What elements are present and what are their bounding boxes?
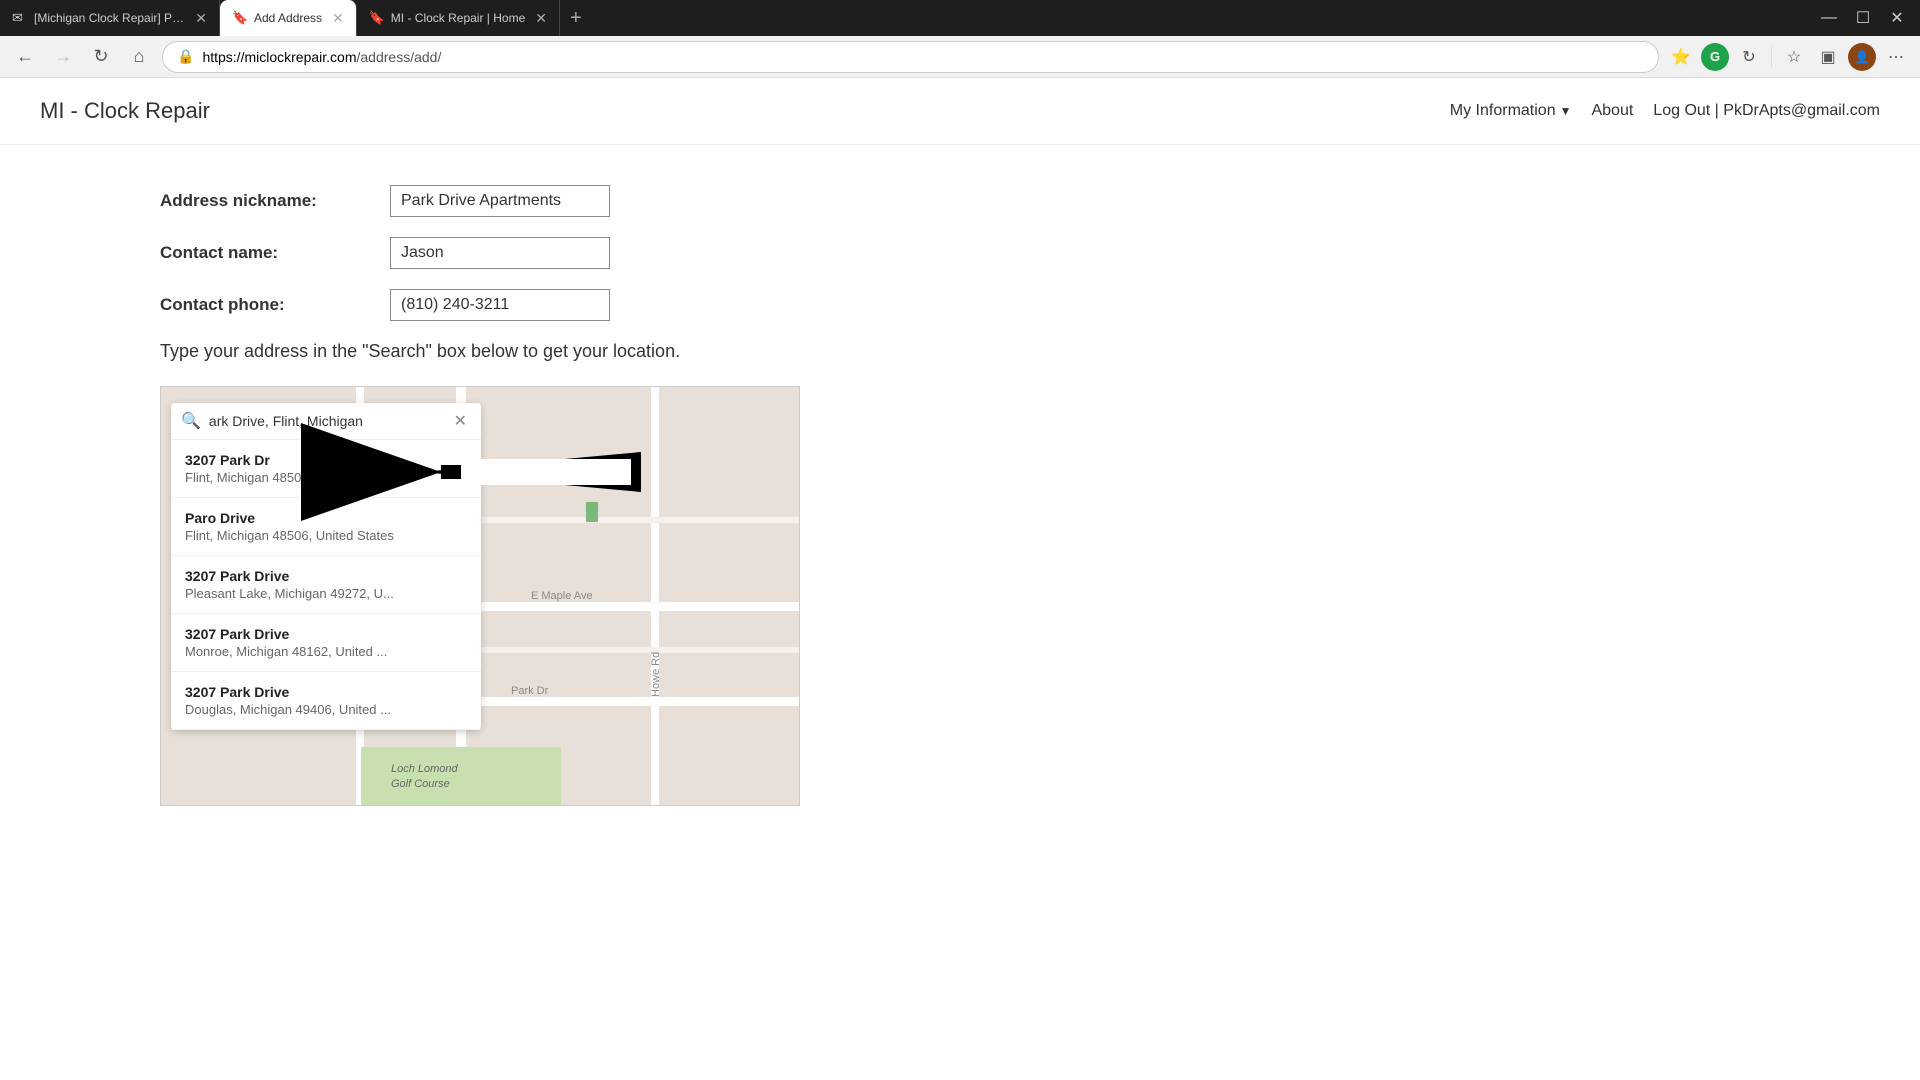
- map-search-input[interactable]: [209, 413, 450, 429]
- tab-gmail-title: [Michigan Clock Repair] Please C: [34, 11, 185, 25]
- my-information-link[interactable]: My Information ▼: [1450, 102, 1572, 120]
- maximize-button[interactable]: ☐: [1848, 3, 1878, 33]
- suggestion-subtitle-2: Pleasant Lake, Michigan 49272, U...: [185, 586, 467, 601]
- refresh-icon[interactable]: ↻: [1735, 43, 1763, 71]
- page-content: Address nickname: Contact name: Contact …: [0, 145, 1920, 846]
- profile-icon[interactable]: 👤: [1848, 43, 1876, 71]
- dropdown-arrow-icon: ▼: [1560, 104, 1572, 118]
- logout-link[interactable]: Log Out | PkDrApts@gmail.com: [1653, 102, 1880, 120]
- lock-icon: 🔒: [177, 48, 194, 65]
- svg-text:Loch Lomond: Loch Lomond: [391, 763, 459, 775]
- svg-text:Golf Course: Golf Course: [391, 778, 450, 790]
- toolbar-separator: [1771, 47, 1772, 67]
- map-container: S Center Rd Dublin Rd Howe Rd E Maple Av…: [160, 386, 800, 806]
- search-clear-icon[interactable]: ✕: [450, 411, 471, 431]
- site-title: MI - Clock Repair: [40, 98, 210, 124]
- url-domain: https://miclockrepair.com: [202, 49, 356, 65]
- header-nav: My Information ▼ About Log Out | PkDrApt…: [1450, 102, 1880, 120]
- back-button[interactable]: ←: [10, 42, 40, 72]
- reload-button[interactable]: ↻: [86, 42, 116, 72]
- contact-group: Contact name:: [160, 237, 1760, 269]
- minimize-button[interactable]: —: [1814, 3, 1844, 33]
- suggestion-title-2: 3207 Park Drive: [185, 568, 467, 584]
- url-display: https://miclockrepair.com/address/add/: [202, 49, 1644, 65]
- tab-add-address-close[interactable]: ✕: [332, 10, 344, 27]
- suggestion-subtitle-1: Flint, Michigan 48506, United States: [185, 528, 467, 543]
- my-information-label: My Information: [1450, 102, 1556, 120]
- home-button[interactable]: ⌂: [124, 42, 154, 72]
- home-favicon: 🔖: [369, 10, 385, 26]
- tab-add-address-title: Add Address: [254, 11, 322, 25]
- tab-gmail-close[interactable]: ✕: [195, 10, 207, 27]
- browser-chrome: ✉ [Michigan Clock Repair] Please C ✕ 🔖 A…: [0, 0, 1920, 78]
- svg-text:Park Dr: Park Dr: [511, 685, 549, 697]
- contact-label: Contact name:: [160, 243, 390, 263]
- toolbar-actions: ⭐ G ↻ ☆ ▣ 👤 ⋯: [1667, 43, 1910, 71]
- suggestion-item-3[interactable]: 3207 Park Drive Monroe, Michigan 48162, …: [171, 614, 481, 672]
- svg-text:Howe Rd: Howe Rd: [650, 652, 662, 697]
- phone-group: Contact phone:: [160, 289, 1760, 321]
- phone-label: Contact phone:: [160, 295, 390, 315]
- suggestion-item-2[interactable]: 3207 Park Drive Pleasant Lake, Michigan …: [171, 556, 481, 614]
- close-button[interactable]: ✕: [1882, 3, 1912, 33]
- nickname-group: Address nickname:: [160, 185, 1760, 217]
- about-link[interactable]: About: [1591, 102, 1633, 120]
- extensions-icon[interactable]: ⭐: [1667, 43, 1695, 71]
- collections-icon[interactable]: ▣: [1814, 43, 1842, 71]
- tab-add-address[interactable]: 🔖 Add Address ✕: [220, 0, 357, 36]
- browser-tabs: ✉ [Michigan Clock Repair] Please C ✕ 🔖 A…: [0, 0, 1920, 36]
- add-address-favicon: 🔖: [232, 10, 248, 26]
- menu-icon[interactable]: ⋯: [1882, 43, 1910, 71]
- phone-input[interactable]: [390, 289, 610, 321]
- address-bar[interactable]: 🔒 https://miclockrepair.com/address/add/: [162, 41, 1659, 73]
- new-tab-button[interactable]: +: [560, 0, 592, 36]
- page-header: MI - Clock Repair My Information ▼ About…: [0, 78, 1920, 145]
- instruction-text: Type your address in the "Search" box be…: [160, 341, 1760, 362]
- tab-home-title: MI - Clock Repair | Home: [391, 11, 525, 25]
- svg-text:E Maple Ave: E Maple Ave: [531, 590, 593, 602]
- arrow-annotation: [411, 437, 671, 517]
- grammarly-icon[interactable]: G: [1701, 43, 1729, 71]
- tab-home-close[interactable]: ✕: [535, 10, 547, 27]
- search-box: 🔍 ✕: [171, 403, 481, 440]
- contact-input[interactable]: [390, 237, 610, 269]
- favorites-icon[interactable]: ☆: [1780, 43, 1808, 71]
- suggestion-title-3: 3207 Park Drive: [185, 626, 467, 642]
- suggestion-item-4[interactable]: 3207 Park Drive Douglas, Michigan 49406,…: [171, 672, 481, 730]
- forward-button[interactable]: →: [48, 42, 78, 72]
- search-icon: 🔍: [181, 411, 201, 431]
- suggestion-subtitle-3: Monroe, Michigan 48162, United ...: [185, 644, 467, 659]
- tab-home[interactable]: 🔖 MI - Clock Repair | Home ✕: [357, 0, 560, 36]
- browser-toolbar: ← → ↻ ⌂ 🔒 https://miclockrepair.com/addr…: [0, 36, 1920, 78]
- nickname-input[interactable]: [390, 185, 610, 217]
- suggestion-subtitle-4: Douglas, Michigan 49406, United ...: [185, 702, 467, 717]
- window-controls: — ☐ ✕: [1806, 0, 1920, 36]
- tab-gmail[interactable]: ✉ [Michigan Clock Repair] Please C ✕: [0, 0, 220, 36]
- url-path: /address/add/: [357, 49, 442, 65]
- suggestion-title-4: 3207 Park Drive: [185, 684, 467, 700]
- gmail-favicon: ✉: [12, 10, 28, 26]
- nickname-label: Address nickname:: [160, 191, 390, 211]
